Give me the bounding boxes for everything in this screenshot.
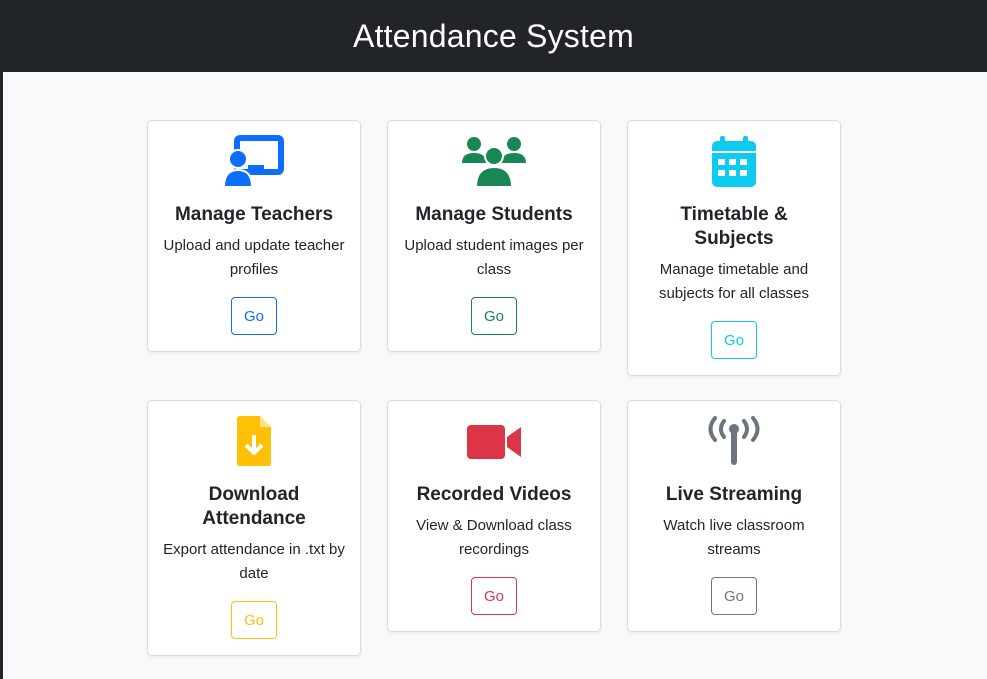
- card-manage-teachers: Manage Teachers Upload and update teache…: [147, 120, 361, 352]
- card-title: Recorded Videos: [416, 484, 572, 505]
- card-timetable-subjects: Timetable & Subjects Manage timetable an…: [627, 120, 841, 376]
- card-description: Manage timetable and subjects for all cl…: [658, 261, 810, 302]
- card-live-streaming: Live Streaming Watch live classroom stre…: [627, 400, 841, 632]
- card-title: Timetable & Subjects: [680, 204, 788, 249]
- manage-teachers-go-button[interactable]: Go: [231, 297, 277, 335]
- card-description: View & Download class recordings: [416, 517, 572, 558]
- card-download-attendance: Download Attendance Export attendance in…: [147, 400, 361, 656]
- card-title: Live Streaming: [665, 484, 803, 505]
- timetable-go-button[interactable]: Go: [711, 321, 757, 359]
- window-edge: [0, 0, 3, 679]
- live-streaming-go-button[interactable]: Go: [711, 577, 757, 615]
- broadcast-antenna-icon: [628, 415, 840, 467]
- page-title: Attendance System: [353, 17, 634, 54]
- download-attendance-go-button[interactable]: Go: [231, 601, 277, 639]
- manage-students-go-button[interactable]: Go: [471, 297, 517, 335]
- card-recorded-videos: Recorded Videos View & Download class re…: [387, 400, 601, 632]
- card-title: Manage Students: [415, 204, 573, 225]
- top-navbar: Attendance System: [0, 0, 987, 72]
- students-group-icon: [388, 135, 600, 187]
- recorded-videos-go-button[interactable]: Go: [471, 577, 517, 615]
- card-title: Manage Teachers: [174, 204, 334, 225]
- calendar-icon: [628, 135, 840, 187]
- teacher-board-icon: [148, 135, 360, 187]
- card-description: Watch live classroom streams: [663, 517, 805, 558]
- card-description: Export attendance in .txt by date: [163, 541, 345, 582]
- card-description: Upload student images per class: [404, 237, 584, 278]
- card-description: Upload and update teacher profiles: [163, 237, 345, 278]
- file-download-icon: [148, 415, 360, 467]
- card-title: Download Attendance: [202, 484, 306, 529]
- card-manage-students: Manage Students Upload student images pe…: [387, 120, 601, 352]
- video-camera-icon: [388, 415, 600, 467]
